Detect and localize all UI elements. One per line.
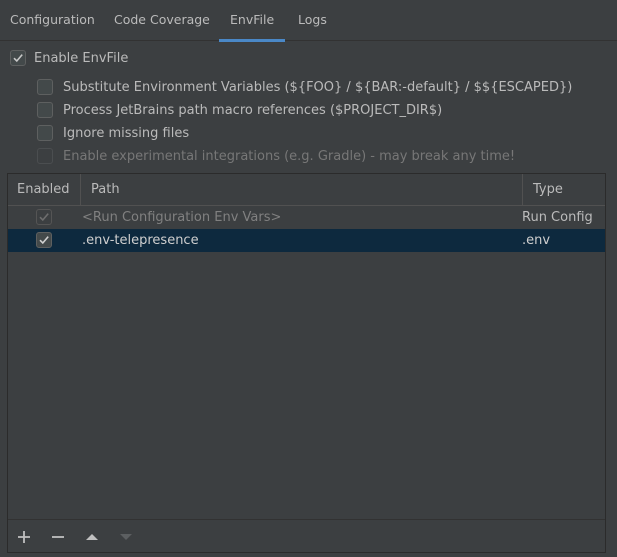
checkmark-icon bbox=[13, 54, 23, 63]
arrow-down-icon bbox=[120, 534, 132, 540]
table-row[interactable]: <Run Configuration Env Vars> Run Config bbox=[8, 206, 605, 229]
row-path: <Run Configuration Env Vars> bbox=[82, 210, 282, 225]
add-button[interactable] bbox=[13, 526, 35, 548]
column-header-enabled[interactable]: Enabled bbox=[17, 174, 70, 205]
plus-icon bbox=[18, 531, 30, 543]
table-row[interactable]: .env-telepresence .env bbox=[8, 229, 605, 252]
move-up-button[interactable] bbox=[81, 526, 103, 548]
column-header-type[interactable]: Type bbox=[533, 174, 563, 205]
row-path: .env-telepresence bbox=[82, 233, 199, 248]
row-type: Run Config bbox=[522, 210, 593, 225]
table-toolbar bbox=[8, 519, 605, 552]
tab-logs[interactable]: Logs bbox=[298, 0, 327, 41]
substitute-env-option[interactable]: Substitute Environment Variables (${FOO}… bbox=[37, 77, 572, 97]
ignore-missing-option[interactable]: Ignore missing files bbox=[37, 123, 189, 143]
process-macros-checkbox[interactable] bbox=[37, 102, 53, 118]
tab-envfile[interactable]: EnvFile bbox=[218, 0, 286, 42]
experimental-checkbox bbox=[37, 148, 53, 164]
enable-envfile-label: Enable EnvFile bbox=[34, 50, 129, 66]
envfile-table: Enabled Path Type <Run Configuration Env… bbox=[7, 173, 606, 553]
checkmark-icon bbox=[39, 236, 49, 245]
ignore-missing-label: Ignore missing files bbox=[63, 125, 190, 141]
ignore-missing-checkbox[interactable] bbox=[37, 125, 53, 141]
experimental-option: Enable experimental integrations (e.g. G… bbox=[37, 146, 515, 166]
process-macros-label: Process JetBrains path macro references … bbox=[63, 102, 443, 118]
column-header-path[interactable]: Path bbox=[91, 174, 120, 205]
remove-button[interactable] bbox=[47, 526, 69, 548]
row-enabled-checkbox bbox=[36, 209, 52, 225]
substitute-env-checkbox[interactable] bbox=[37, 79, 53, 95]
tab-code-coverage[interactable]: Code Coverage bbox=[114, 0, 210, 41]
row-type: .env bbox=[522, 233, 551, 248]
row-enabled-checkbox[interactable] bbox=[36, 232, 52, 248]
column-divider[interactable] bbox=[80, 174, 81, 205]
arrow-up-icon bbox=[86, 534, 98, 540]
substitute-env-label: Substitute Environment Variables (${FOO}… bbox=[63, 79, 573, 95]
checkmark-icon bbox=[39, 213, 49, 222]
enable-envfile-option[interactable]: Enable EnvFile bbox=[10, 48, 128, 68]
tab-bar: Configuration Code Coverage EnvFile Logs bbox=[0, 0, 617, 42]
minus-icon bbox=[52, 536, 64, 538]
column-divider[interactable] bbox=[522, 174, 523, 205]
experimental-label: Enable experimental integrations (e.g. G… bbox=[63, 148, 516, 164]
process-macros-option[interactable]: Process JetBrains path macro references … bbox=[37, 100, 442, 120]
enable-envfile-checkbox[interactable] bbox=[10, 50, 26, 66]
table-header: Enabled Path Type bbox=[8, 174, 605, 206]
tab-configuration[interactable]: Configuration bbox=[10, 0, 95, 41]
move-down-button bbox=[115, 526, 137, 548]
